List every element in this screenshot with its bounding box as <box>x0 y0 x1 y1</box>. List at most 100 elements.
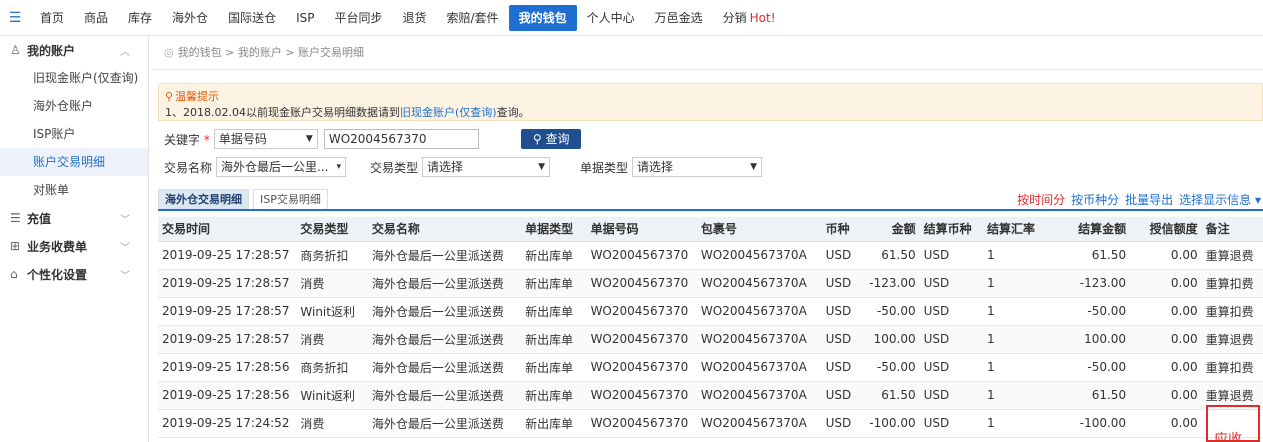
notice-line: 1、2018.02.04以前现金账户交易明细数据请到旧现金账户(仅查询)查询。 <box>165 104 1256 120</box>
sidebar-section-label: 我的账户 <box>27 43 76 58</box>
table-cell: 海外仓最后一公里派送费 <box>367 241 522 270</box>
table-cell: USD <box>919 381 983 410</box>
nav-international-delivery[interactable]: 国际送仓 <box>218 5 286 31</box>
table-cell: 2019-09-25 17:24:52 <box>158 409 297 438</box>
sidebar-section-recharge[interactable]: ☰ 充值 ﹀ <box>0 204 148 232</box>
sidebar-section-personal-settings[interactable]: ⌂ 个性化设置 ﹀ <box>0 260 148 288</box>
doc-type-label: 单据类型 <box>580 160 629 175</box>
notice-line-prefix: 1、2018.02.04以前现金账户交易明细数据请到 <box>165 106 400 119</box>
table-cell: 海外仓最后一公里派送费 <box>367 381 522 410</box>
nav-inventory[interactable]: 库存 <box>118 5 162 31</box>
nav-products[interactable]: 商品 <box>74 5 118 31</box>
table-row[interactable]: 2019-09-25 17:28:57 商务折扣 海外仓最后一公里派送费 新出库单 WO… <box>158 241 1263 270</box>
sidebar-section-my-account[interactable]: ♙ 我的账户 ︿ <box>0 36 148 64</box>
menu-icon[interactable]: ☰ <box>0 10 30 26</box>
sidebar-section-label: 充值 <box>27 211 52 226</box>
table-cell: WO2004567370A <box>696 409 822 438</box>
nav-distribution[interactable]: 分销 Hot! <box>713 5 786 31</box>
table-cell: USD <box>821 297 861 326</box>
table-cell: 海外仓最后一公里派送费 <box>367 297 522 326</box>
trade-type-select[interactable]: 请选择 ▼ <box>422 157 551 177</box>
group-by-time-link[interactable]: 按时间分 <box>1017 191 1065 208</box>
query-button[interactable]: ⚲ 查询 <box>520 129 582 149</box>
table-cell: 2019-09-25 17:28:56 <box>158 353 297 382</box>
nav-my-wallet[interactable]: 我的钱包 <box>508 4 577 31</box>
sidebar-item-transaction-details[interactable]: 账户交易明细 <box>0 148 148 176</box>
table-row[interactable]: 2019-09-25 17:28:57 Winit返利 海外仓最后一公里派送费 新出库… <box>158 297 1263 326</box>
table-cell: USD <box>919 325 983 354</box>
table-cell: 新出库单 <box>521 381 587 410</box>
nav-platform-sync[interactable]: 平台同步 <box>324 5 392 31</box>
table-cell: 1 <box>982 297 1051 326</box>
tab-isp-transactions[interactable]: ISP交易明细 <box>253 189 328 209</box>
sidebar-item-overseas-account[interactable]: 海外仓账户 <box>0 92 148 120</box>
table-cell: WO2004567370 <box>586 297 697 326</box>
nav-personal-center[interactable]: 个人中心 <box>577 5 645 31</box>
table-cell: 1 <box>982 325 1051 354</box>
breadcrumb: ◎ 我的钱包 > 我的账户 > 账户交易明细 <box>150 36 1263 70</box>
table-cell: WO2004567370 <box>586 409 697 438</box>
group-by-currency-link[interactable]: 按币种分 <box>1071 191 1119 208</box>
chevron-down-icon: ﹀ <box>120 214 130 226</box>
dropdown-arrow-icon: ▼ <box>538 162 546 172</box>
table-cell: USD <box>821 269 861 298</box>
keyword-input[interactable]: WO2004567370 <box>323 129 479 149</box>
nav-isp[interactable]: ISP <box>286 5 324 31</box>
nav-returns[interactable]: 退货 <box>393 5 437 31</box>
sidebar-item-isp-account[interactable]: ISP账户 <box>0 120 148 148</box>
nav-overseas-warehouse[interactable]: 海外仓 <box>162 5 218 31</box>
select-display-info-link[interactable]: 选择显示信息 ▾ <box>1179 191 1261 208</box>
table-cell: 1 <box>982 409 1051 438</box>
table-cell: Winit返利 <box>296 381 368 410</box>
square-plus-icon: ⊞ <box>10 239 21 253</box>
table-cell: -50.00 <box>860 297 920 326</box>
sidebar-item-statement[interactable]: 对账单 <box>0 176 148 204</box>
transaction-table: 交易时间 交易类型 交易名称 单据类型 单据号码 包裹号 币种 金额 结算币种 … <box>158 217 1263 438</box>
nav-claims[interactable]: 索赔/套件 <box>437 5 509 31</box>
sidebar-item-old-cash-account[interactable]: 旧现金账户(仅查询) <box>0 64 148 92</box>
settings-icon: ⌂ <box>10 267 18 281</box>
batch-export-link[interactable]: 批量导出 <box>1125 191 1173 208</box>
table-header-row: 交易时间 交易类型 交易名称 单据类型 单据号码 包裹号 币种 金额 结算币种 … <box>158 217 1263 242</box>
table-cell: WO2004567370A <box>696 269 822 298</box>
keyword-type-select[interactable]: 单据号码 ▼ <box>213 129 318 149</box>
col-currency: 币种 <box>821 217 861 242</box>
table-row[interactable]: 2019-09-25 17:24:52 消费 海外仓最后一公里派送费 新出库单 WO20… <box>158 409 1263 438</box>
old-cash-account-link[interactable]: 旧现金账户(仅查询) <box>400 106 497 119</box>
table-cell: 2019-09-25 17:28:56 <box>158 381 297 410</box>
chevron-down-icon: ﹀ <box>120 242 130 254</box>
table-cell: 100.00 <box>1050 325 1131 354</box>
nav-wanyi-select[interactable]: 万邑金选 <box>645 5 713 31</box>
table-cell: 消费 <box>296 269 368 298</box>
select-display-info-label: 选择显示信息 <box>1179 193 1252 207</box>
tab-overseas-transactions[interactable]: 海外仓交易明细 <box>158 189 249 209</box>
table-cell: 0.00 <box>1130 269 1202 298</box>
table-cell: USD <box>821 325 861 354</box>
table-cell: USD <box>919 241 983 270</box>
table-cell: 新出库单 <box>521 325 587 354</box>
table-cell: -100.00 <box>860 409 920 438</box>
col-settle-amount: 结算金额 <box>1050 217 1131 242</box>
trade-name-label: 交易名称 <box>164 160 213 175</box>
table-row[interactable]: 2019-09-25 17:28:57 消费 海外仓最后一公里派送费 新出库单 WO20… <box>158 269 1263 298</box>
search-icon: ⚲ <box>532 132 542 146</box>
table-cell: WO2004567370 <box>586 381 697 410</box>
col-settle-rate: 结算汇率 <box>982 217 1051 242</box>
table-row[interactable]: 2019-09-25 17:28:57 消费 海外仓最后一公里派送费 新出库单 WO20… <box>158 325 1263 354</box>
sidebar-section-business-charges[interactable]: ⊞ 业务收费单 ﹀ <box>0 232 148 260</box>
table-row[interactable]: 2019-09-25 17:28:56 商务折扣 海外仓最后一公里派送费 新出库单 WO… <box>158 353 1263 382</box>
user-icon: ♙ <box>10 43 21 57</box>
keyword-filter-row: 关键字 * 单据号码 ▼ WO2004567370 ⚲ 查询 <box>164 129 582 149</box>
notice-line-suffix: 查询。 <box>496 106 530 119</box>
table-cell: 2019-09-25 17:28:57 <box>158 269 297 298</box>
doc-type-select[interactable]: 请选择 ▼ <box>632 157 763 177</box>
breadcrumb-text: 我的钱包 > 我的账户 > 账户交易明细 <box>177 46 365 59</box>
chevron-up-icon: ︿ <box>120 46 130 58</box>
dropdown-arrow-icon: ▼ <box>305 134 313 144</box>
table-row[interactable]: 2019-09-25 17:28:56 Winit返利 海外仓最后一公里派送费 新出库… <box>158 381 1263 410</box>
table-cell: USD <box>919 297 983 326</box>
nav-home[interactable]: 首页 <box>30 5 74 31</box>
nav-distribution-label: 分销 <box>722 10 747 25</box>
trade-name-select[interactable]: 海外仓最后一公里... ▾ <box>216 157 347 177</box>
table-cell: USD <box>919 353 983 382</box>
